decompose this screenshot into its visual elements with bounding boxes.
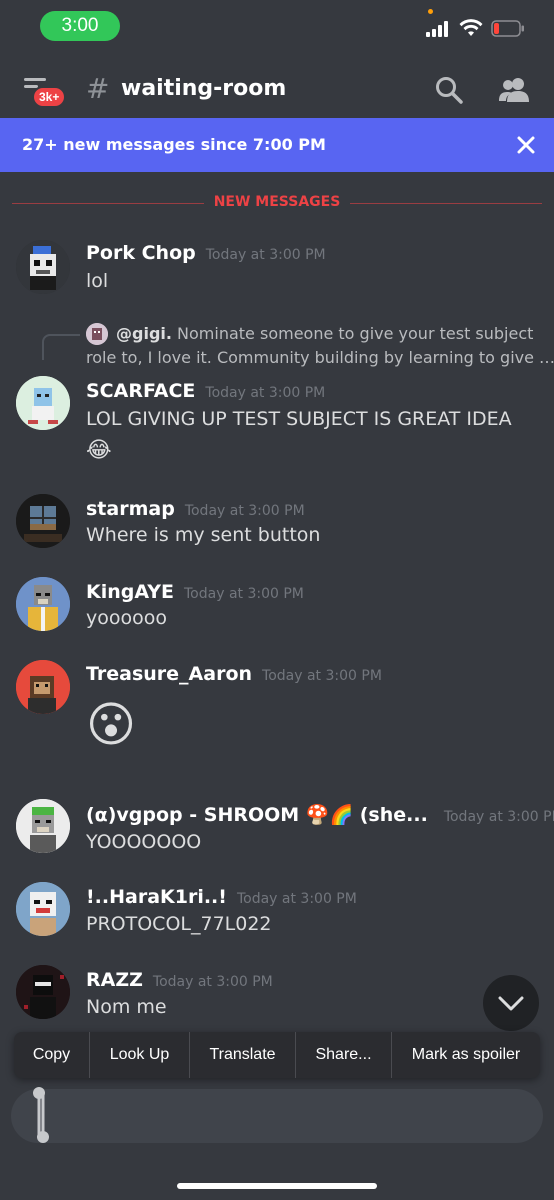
avatar[interactable] (16, 494, 70, 548)
scroll-to-bottom-button[interactable] (483, 975, 539, 1031)
reply-user: @gigi. (116, 324, 172, 343)
avatar[interactable] (16, 799, 70, 853)
divider-rule-right (350, 203, 542, 204)
reply-connector (42, 334, 80, 360)
author-name[interactable]: (α)vgpop - SHROOM 🍄🌈 (she... (86, 804, 428, 826)
author-name[interactable]: KingAYE (86, 581, 174, 603)
message-text: Nom me (86, 996, 167, 1018)
copy-menu-item[interactable]: Copy (14, 1032, 90, 1078)
message-item[interactable]: Treasure_Aaron Today at 3:00 PM 😮 (0, 659, 554, 769)
unread-badge: 3k+ (32, 86, 67, 108)
reply-preview-line1: Nominate someone to give your test subje… (177, 324, 534, 343)
mark-as-spoiler-menu-item[interactable]: Mark as spoiler (392, 1032, 540, 1078)
message-item[interactable]: @gigi. Nominate someone to give your tes… (0, 320, 554, 470)
avatar[interactable] (16, 660, 70, 714)
message-item[interactable]: starmap Today at 3:00 PM Where is my sent… (0, 494, 554, 554)
look-up-menu-item[interactable]: Look Up (90, 1032, 190, 1078)
channel-header: 3k+ # waiting-room (0, 52, 554, 118)
avatar[interactable] (16, 882, 70, 936)
status-time: 3:00 (40, 11, 120, 41)
message-text: yoooooo (86, 607, 167, 629)
translate-menu-item[interactable]: Translate (190, 1032, 296, 1078)
author-name[interactable]: SCARFACE (86, 380, 195, 402)
home-indicator[interactable] (177, 1183, 377, 1189)
timestamp: Today at 3:00 PM (205, 385, 326, 401)
timestamp: Today at 3:00 PM (236, 891, 357, 907)
close-icon[interactable] (512, 131, 540, 159)
author-name[interactable]: !..HaraK1ri..! (86, 886, 227, 908)
battery-low-icon (491, 20, 524, 37)
timestamp: Today at 3:00 PM (184, 503, 305, 519)
message-item[interactable]: KingAYE Today at 3:00 PM yoooooo (0, 577, 554, 637)
reply-avatar (86, 323, 108, 345)
author-name[interactable]: starmap (86, 498, 175, 520)
avatar[interactable] (16, 240, 70, 294)
channel-hash-icon: # (86, 72, 110, 105)
author-name[interactable]: RAZZ (86, 969, 143, 991)
timestamp: Today at 3:00 PM (152, 974, 273, 990)
text-selection-handle[interactable] (31, 1085, 51, 1145)
timestamp: Today at 3:00 PM (184, 586, 304, 602)
message-emoji: 😮 (86, 697, 137, 753)
message-text: YOOOOOOO (86, 831, 202, 853)
channel-title[interactable]: waiting-room (121, 76, 286, 101)
message-input[interactable] (11, 1087, 543, 1143)
search-icon[interactable] (433, 74, 465, 106)
author-name[interactable]: Treasure_Aaron (86, 663, 252, 685)
divider-label: NEW MESSAGES (213, 194, 341, 210)
timestamp: Today at 3:00 PM (443, 809, 554, 825)
menu-button[interactable]: 3k+ (18, 74, 68, 114)
wifi-icon (459, 19, 483, 36)
new-messages-bar[interactable]: 27+ new messages since 7:00 PM (0, 118, 554, 172)
message-item[interactable]: (α)vgpop - SHROOM 🍄🌈 (she... Today at 3:0… (0, 799, 554, 859)
cellular-signal-icon (426, 21, 450, 37)
message-item[interactable]: RAZZ Today at 3:00 PM Nom me (0, 965, 554, 1025)
message-text: PROTOCOL_77L022 (86, 913, 272, 935)
timestamp: Today at 3:00 PM (205, 247, 326, 263)
share-menu-item[interactable]: Share... (296, 1032, 392, 1078)
message-item[interactable]: !..HaraK1ri..! Today at 3:00 PM PROTOCOL_… (0, 882, 554, 942)
message-item[interactable]: Pork Chop Today at 3:00 PM lol (0, 238, 554, 298)
author-name[interactable]: Pork Chop (86, 242, 196, 264)
new-messages-divider: NEW MESSAGES (12, 193, 542, 213)
chevron-down-icon (498, 996, 524, 1011)
avatar[interactable] (16, 577, 70, 631)
text-context-menu: Copy Look Up Translate Share... Mark as … (14, 1032, 540, 1078)
status-bar: 3:00 (0, 0, 554, 52)
message-emoji: 😂 (86, 438, 112, 463)
message-text: Where is my sent button (86, 524, 321, 546)
new-messages-text: 27+ new messages since 7:00 PM (22, 135, 326, 154)
reply-preview-line2[interactable]: role to, I love it. Community building b… (86, 348, 554, 367)
message-text: lol (86, 270, 109, 292)
avatar[interactable] (16, 376, 70, 430)
avatar[interactable] (16, 965, 70, 1019)
privacy-indicator-dot (428, 9, 433, 14)
timestamp: Today at 3:00 PM (262, 668, 382, 684)
message-text: LOL GIVING UP TEST SUBJECT IS GREAT IDEA (86, 408, 512, 430)
members-icon[interactable] (497, 74, 531, 106)
